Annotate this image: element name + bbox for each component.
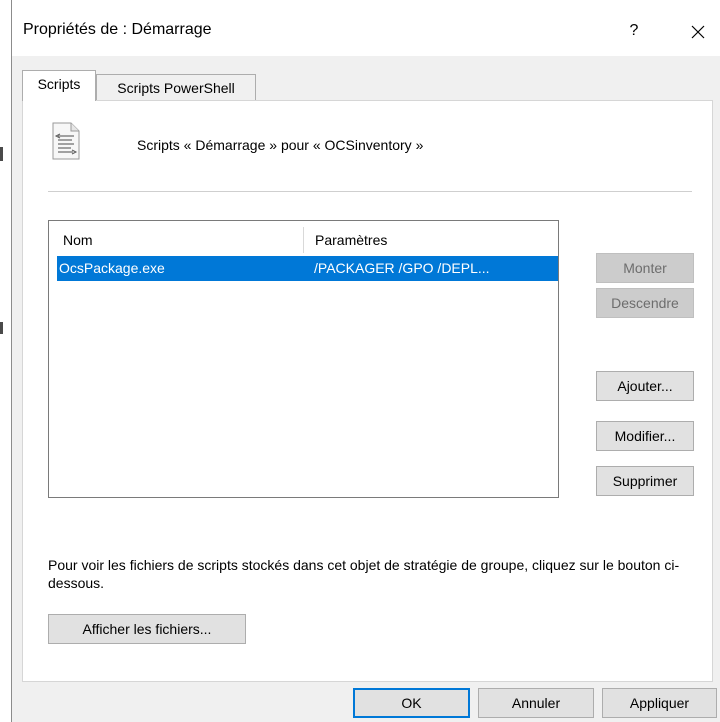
help-button[interactable]: ? bbox=[614, 14, 654, 48]
scripts-files-note: Pour voir les fichiers de scripts stocké… bbox=[48, 557, 680, 591]
show-files-button[interactable]: Afficher les fichiers... bbox=[48, 614, 246, 644]
scripts-tab-panel: Scripts « Démarrage » pour « OCSinventor… bbox=[22, 100, 713, 682]
ok-button[interactable]: OK bbox=[353, 688, 470, 718]
background-mark bbox=[0, 147, 3, 161]
cancel-button[interactable]: Annuler bbox=[478, 688, 594, 718]
apply-button[interactable]: Appliquer bbox=[602, 688, 717, 718]
column-divider[interactable] bbox=[303, 227, 304, 253]
column-header-name[interactable]: Nom bbox=[63, 232, 93, 248]
add-button[interactable]: Ajouter... bbox=[596, 371, 694, 401]
properties-dialog: Propriétés de : Démarrage ? Scripts Scri… bbox=[11, 0, 720, 722]
background-window-edge bbox=[0, 0, 11, 722]
remove-button[interactable]: Supprimer bbox=[596, 466, 694, 496]
dialog-title: Propriétés de : Démarrage bbox=[23, 21, 212, 38]
list-item-parameters: /PACKAGER /GPO /DEPL... bbox=[314, 260, 490, 276]
list-item-name: OcsPackage.exe bbox=[59, 260, 165, 276]
move-down-button[interactable]: Descendre bbox=[596, 288, 694, 318]
tab-scripts[interactable]: Scripts bbox=[22, 70, 96, 101]
list-item-selected[interactable]: OcsPackage.exe /PACKAGER /GPO /DEPL... bbox=[57, 256, 558, 281]
close-button[interactable] bbox=[675, 14, 720, 48]
tab-scripts-powershell[interactable]: Scripts PowerShell bbox=[96, 74, 256, 101]
move-up-button[interactable]: Monter bbox=[596, 253, 694, 283]
title-bar: Propriétés de : Démarrage ? bbox=[12, 0, 720, 56]
script-document-icon bbox=[52, 122, 80, 160]
scripts-list[interactable]: Nom Paramètres OcsPackage.exe /PACKAGER … bbox=[48, 220, 559, 498]
scripts-heading: Scripts « Démarrage » pour « OCSinventor… bbox=[137, 137, 424, 153]
close-icon bbox=[691, 25, 705, 39]
separator bbox=[48, 191, 692, 192]
background-mark bbox=[0, 322, 3, 334]
column-header-parameters[interactable]: Paramètres bbox=[315, 232, 387, 248]
edit-button[interactable]: Modifier... bbox=[596, 421, 694, 451]
